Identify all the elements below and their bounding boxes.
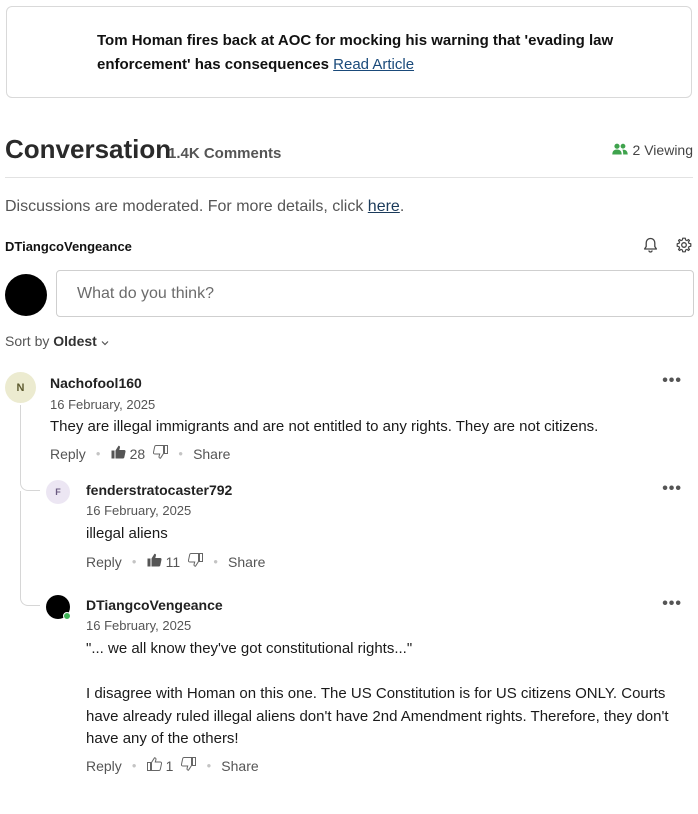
thumbs-down-icon bbox=[153, 445, 169, 462]
moderation-suffix: . bbox=[399, 198, 405, 215]
separator: ● bbox=[95, 449, 101, 458]
like-count: 11 bbox=[165, 553, 181, 570]
sort-dropdown[interactable]: Sort by Oldest bbox=[5, 333, 109, 349]
comment-body: They are illegal immigrants and are not … bbox=[50, 418, 599, 435]
thread-line bbox=[20, 491, 21, 591]
thumbs-down-icon bbox=[181, 757, 197, 774]
article-card: Tom Homan fires back at AOC for mocking … bbox=[6, 6, 692, 98]
comment-count: 1.4K Comments bbox=[168, 145, 282, 162]
separator: ● bbox=[206, 761, 212, 770]
comment-actions: Reply ● 1 ● Share bbox=[86, 757, 259, 774]
separator: ● bbox=[213, 557, 219, 566]
thumbs-up-icon bbox=[147, 553, 162, 570]
conversation-header: Conversation 1.4K Comments 2 Viewing bbox=[5, 134, 693, 168]
like-button[interactable]: 28 bbox=[111, 445, 146, 462]
users-icon bbox=[611, 142, 628, 158]
reply-button[interactable]: Reply bbox=[86, 758, 122, 774]
comment-body: illegal aliens bbox=[86, 525, 168, 542]
current-user-row: DTiangcoVengeance bbox=[5, 236, 693, 256]
avatar[interactable]: N bbox=[5, 372, 36, 403]
bell-icon[interactable] bbox=[641, 236, 659, 254]
like-button[interactable]: 1 bbox=[146, 757, 174, 774]
read-article-link[interactable]: Read Article bbox=[333, 56, 414, 73]
more-options-icon[interactable]: ••• bbox=[662, 595, 682, 613]
reply-button[interactable]: Reply bbox=[50, 446, 86, 462]
separator: ● bbox=[178, 449, 184, 458]
dislike-button[interactable] bbox=[181, 757, 197, 774]
like-count: 1 bbox=[165, 757, 174, 774]
chevron-down-icon bbox=[101, 333, 109, 349]
divider bbox=[5, 177, 693, 178]
online-status-indicator bbox=[63, 612, 71, 620]
more-options-icon[interactable]: ••• bbox=[662, 372, 682, 390]
gear-icon[interactable] bbox=[675, 236, 693, 254]
like-button[interactable]: 11 bbox=[147, 553, 181, 570]
comment-author[interactable]: Nachofool160 bbox=[50, 375, 142, 391]
comment-date: 16 February, 2025 bbox=[50, 397, 156, 412]
share-button[interactable]: Share bbox=[193, 446, 230, 462]
avatar[interactable]: F bbox=[46, 480, 70, 504]
moderation-text: Discussions are moderated. For more deta… bbox=[5, 198, 368, 215]
comment-author[interactable]: fenderstratocaster792 bbox=[86, 482, 232, 498]
like-count: 28 bbox=[129, 445, 146, 462]
sort-label: Sort by bbox=[5, 333, 50, 349]
viewing-indicator: 2 Viewing bbox=[611, 142, 693, 158]
comment-date: 16 February, 2025 bbox=[86, 503, 192, 518]
thumbs-up-outline-icon bbox=[146, 757, 162, 774]
thread-line bbox=[20, 405, 21, 475]
share-button[interactable]: Share bbox=[228, 554, 265, 570]
current-user-avatar bbox=[5, 274, 47, 316]
comment-input[interactable] bbox=[56, 270, 694, 317]
article-headline: Tom Homan fires back at AOC for mocking … bbox=[97, 29, 657, 77]
conversation-title: Conversation bbox=[5, 134, 172, 164]
separator: ● bbox=[131, 557, 137, 566]
comment-author[interactable]: DTiangcoVengeance bbox=[86, 597, 223, 613]
thread-connector bbox=[20, 475, 40, 491]
reply-button[interactable]: Reply bbox=[86, 554, 122, 570]
viewing-count: 2 Viewing bbox=[632, 142, 693, 158]
dislike-button[interactable] bbox=[153, 445, 169, 462]
comment-body: I disagree with Homan on this one. The U… bbox=[86, 685, 669, 747]
moderation-notice: Discussions are moderated. For more deta… bbox=[5, 198, 404, 216]
separator: ● bbox=[131, 761, 137, 770]
current-user-name: DTiangcoVengeance bbox=[5, 239, 132, 254]
thumbs-down-icon bbox=[188, 553, 204, 570]
more-options-icon[interactable]: ••• bbox=[662, 480, 682, 498]
dislike-button[interactable] bbox=[188, 553, 204, 570]
share-button[interactable]: Share bbox=[221, 758, 258, 774]
thumbs-up-icon bbox=[111, 445, 126, 462]
moderation-details-link[interactable]: here bbox=[368, 198, 400, 215]
comment-actions: Reply ● 28 ● Share bbox=[50, 445, 230, 462]
thread-connector bbox=[20, 590, 40, 606]
comment-actions: Reply ● 11 ● Share bbox=[86, 553, 265, 570]
comment-quote: "... we all know they've got constitutio… bbox=[86, 640, 413, 657]
sort-value: Oldest bbox=[53, 333, 97, 349]
comment-date: 16 February, 2025 bbox=[86, 618, 192, 633]
